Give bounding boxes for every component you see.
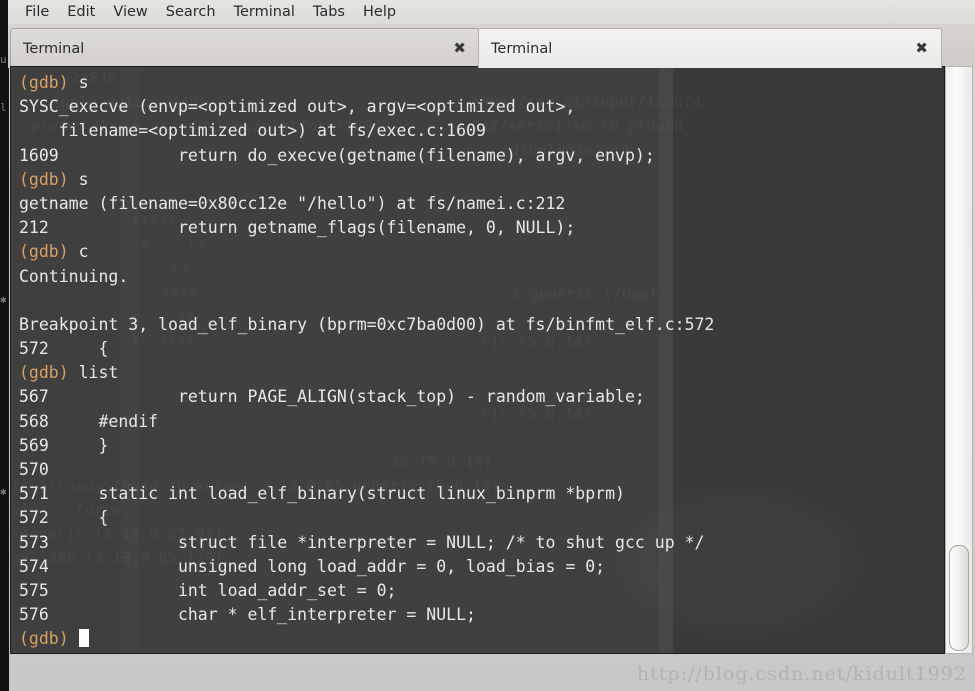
terminal-text: s — [68, 73, 89, 92]
terminal-line: (gdb) s — [19, 168, 944, 192]
terminal-line: 1609 return do_execve(getname(filename),… — [19, 144, 944, 168]
terminal-text: SYSC_execve (envp=<optimized out>, argv=… — [19, 97, 576, 117]
terminal-line: Continuing. — [19, 265, 944, 289]
terminal-line: 575 int load_addr_set = 0; — [19, 579, 944, 603]
terminal-prompt: (gdb) — [19, 363, 69, 383]
tab-label: Terminal — [491, 40, 553, 57]
terminal-text: Continuing. — [19, 266, 129, 286]
menu-item-help[interactable]: Help — [354, 0, 405, 24]
terminal-text: 567 return PAGE_ALIGN(stack_top) - rando… — [19, 387, 645, 407]
terminal-text: 572 { — [19, 339, 109, 359]
terminal-prompt: (gdb) — [19, 169, 69, 189]
tab-terminal-1[interactable]: Terminal ✖ — [10, 28, 480, 68]
terminal-text: 570 — [19, 460, 49, 479]
terminal-line: 569 } — [19, 434, 944, 458]
close-icon[interactable]: ✖ — [450, 39, 469, 58]
menu-item-edit[interactable]: Edit — [58, 0, 104, 24]
terminal-window: File Edit View Search Terminal Tabs Help… — [8, 0, 975, 691]
terminal-line: filename=<optimized out>) at fs/exec.c:1… — [19, 119, 944, 143]
terminal-text: 576 char * elf_interpreter = NULL; — [19, 605, 476, 625]
terminal-line: 572 { — [19, 337, 944, 361]
terminal-text: 574 unsigned long load_addr = 0, load_bi… — [19, 556, 606, 576]
terminal-line: (gdb) list — [19, 361, 944, 385]
terminal-prompt: (gdb) — [19, 629, 69, 649]
tab-terminal-2[interactable]: Terminal ✖ — [478, 28, 942, 68]
menu-item-tabs[interactable]: Tabs — [304, 0, 354, 24]
terminal-line: 571 static int load_elf_binary(struct li… — [19, 482, 944, 506]
terminal-text: 575 int load_addr_set = 0; — [19, 580, 397, 600]
terminal-text: getname (filename=0x80cc12e "/hello") at… — [19, 193, 566, 213]
terminal-viewport[interactable]: 2484k-gplu data: 2440kprefer Mouse as de… — [10, 66, 945, 654]
terminal-text: 569 } — [19, 435, 109, 455]
terminal-text: s — [68, 169, 89, 189]
terminal-line: 567 return PAGE_ALIGN(stack_top) - rando… — [19, 385, 944, 409]
terminal-line: 576 char * elf_interpreter = NULL; — [19, 603, 944, 627]
terminal-line: Breakpoint 3, load_elf_binary (bprm=0xc7… — [19, 313, 944, 337]
close-icon[interactable]: ✖ — [912, 39, 931, 58]
terminal-line: (gdb) c — [19, 240, 944, 264]
terminal-line: SYSC_execve (envp=<optimized out>, argv=… — [19, 95, 944, 119]
menu-item-search[interactable]: Search — [157, 0, 225, 24]
terminal-line: (gdb) s — [19, 71, 944, 95]
terminal-line: 568 #endif — [19, 410, 944, 434]
terminal-text: 212 return getname_flags(filename, 0, NU… — [19, 218, 576, 238]
terminal-text: 573 struct file *interpreter = NULL; /* … — [19, 532, 705, 552]
watermark: http://blog.csdn.net/kidult1992 — [636, 663, 967, 685]
terminal-text: 1609 return do_execve(getname(filename),… — [19, 145, 655, 165]
terminal-text: Breakpoint 3, load_elf_binary (bprm=0xc7… — [19, 314, 715, 334]
terminal-line: 573 struct file *interpreter = NULL; /* … — [19, 531, 944, 555]
terminal-text: 572 { — [19, 508, 109, 528]
terminal-text: 571 static int load_elf_binary(struct li… — [19, 484, 625, 504]
terminal-prompt: (gdb) — [19, 73, 69, 92]
vertical-scrollbar[interactable] — [945, 66, 973, 654]
terminal-line: (gdb) — [19, 627, 944, 651]
tab-label: Terminal — [23, 40, 85, 57]
menu-item-file[interactable]: File — [16, 0, 58, 24]
screen-root: u l ✱ ✱ ⌘ pe e -0 s File Edit View Searc… — [0, 0, 975, 691]
terminal-line: 570 — [19, 458, 944, 482]
terminal-cursor — [78, 629, 89, 648]
terminal-line: 212 return getname_flags(filename, 0, NU… — [19, 216, 944, 240]
terminal-text: filename=<optimized out>) at fs/exec.c:1… — [19, 121, 486, 141]
terminal-output[interactable]: (gdb) s SYSC_execve (envp=<optimized out>… — [11, 67, 944, 653]
menu-item-view[interactable]: View — [104, 0, 156, 24]
terminal-line: 572 { — [19, 506, 944, 530]
terminal-line: 574 unsigned long load_addr = 0, load_bi… — [19, 555, 944, 579]
tab-bar: Terminal ✖ Terminal ✖ — [8, 24, 975, 68]
menu-item-terminal[interactable]: Terminal — [225, 0, 304, 24]
terminal-text: c — [68, 242, 89, 262]
scrollbar-thumb[interactable] — [949, 545, 969, 651]
menu-bar: File Edit View Search Terminal Tabs Help — [8, 0, 975, 24]
terminal-line: getname (filename=0x80cc12e "/hello") at… — [19, 192, 944, 216]
terminal-prompt: (gdb) — [19, 242, 69, 262]
terminal-text: list — [68, 363, 119, 383]
terminal-text: 568 #endif — [19, 411, 159, 431]
